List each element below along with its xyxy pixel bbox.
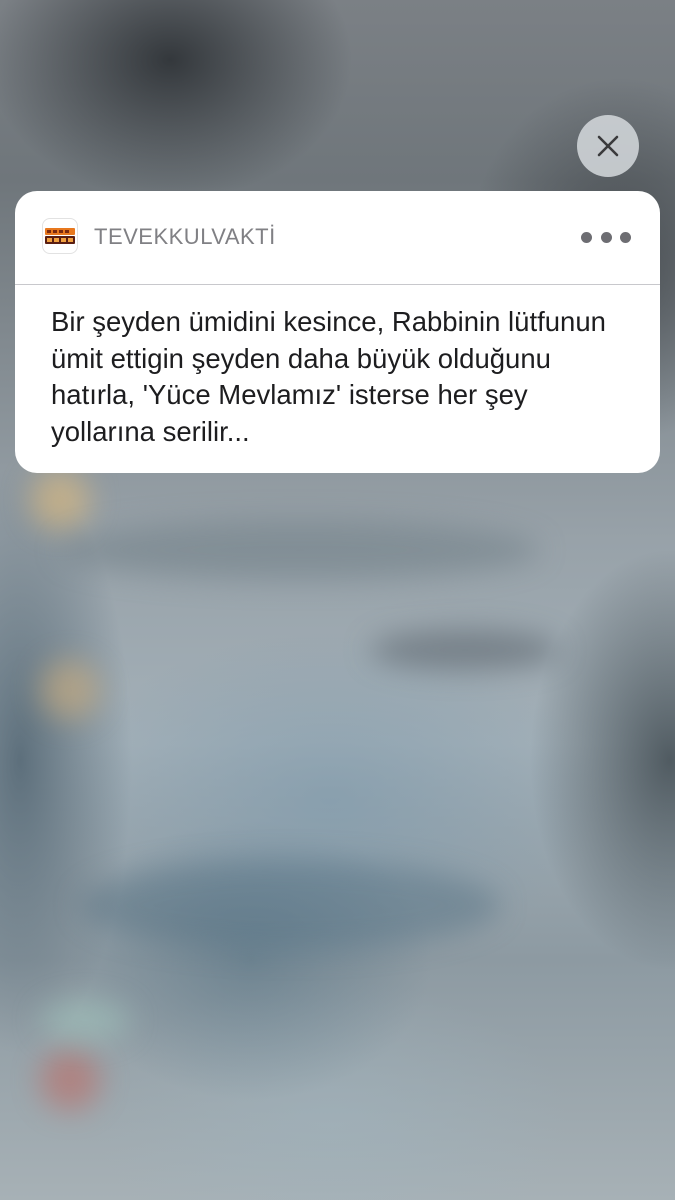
more-options-icon bbox=[581, 231, 592, 243]
tevekkul-vakti-logo-icon bbox=[44, 226, 76, 246]
app-name: TEVEKKULVAKTİ bbox=[94, 224, 276, 249]
app-icon bbox=[42, 218, 78, 254]
more-options-button[interactable] bbox=[581, 221, 631, 253]
blurred-background bbox=[0, 0, 675, 1200]
notification-message: Bir şeyden ümidini kesince, Rabbinin lüt… bbox=[51, 306, 606, 447]
close-button[interactable] bbox=[577, 115, 639, 177]
notification-header: TEVEKKULVAKTİ bbox=[15, 191, 660, 285]
notification-card[interactable]: TEVEKKULVAKTİ Bir şeyden ümidini kesince… bbox=[15, 191, 660, 473]
close-icon bbox=[597, 135, 619, 157]
